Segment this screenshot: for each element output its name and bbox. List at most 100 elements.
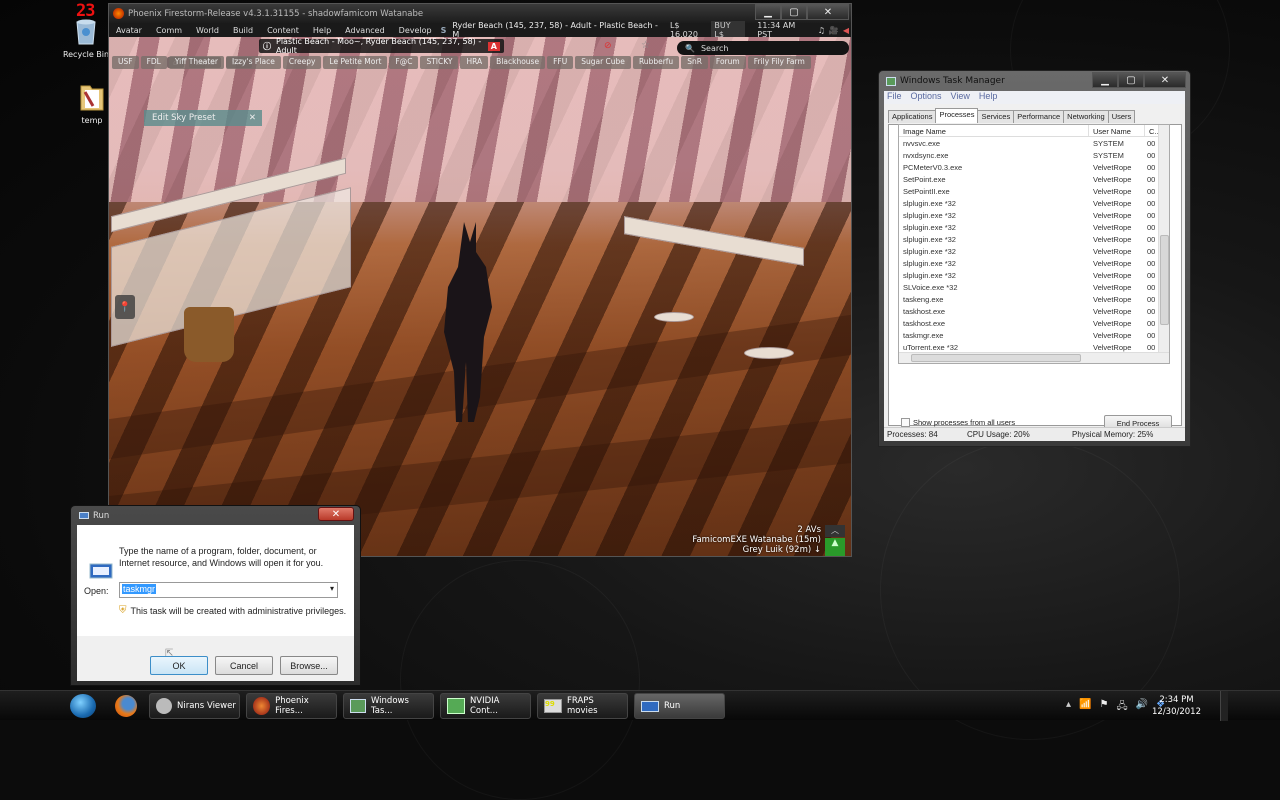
favorite-landmark[interactable]: Izzy's Place (226, 56, 281, 69)
process-row[interactable]: SetPointII.exe VelvetRope 00 (899, 185, 1169, 197)
favorite-landmark[interactable]: Blackhouse (490, 56, 546, 69)
menu-advanced[interactable]: Advanced (338, 26, 392, 35)
menu-develop[interactable]: Develop (392, 26, 439, 35)
system-clock[interactable]: 2:34 PM 12/30/2012 (1152, 694, 1201, 718)
menu-world[interactable]: World (189, 26, 226, 35)
music-icon[interactable]: ♫ (816, 26, 827, 35)
menu-avatar[interactable]: Avatar (109, 26, 149, 35)
3d-world-view[interactable]: ⌂ Land Sky 🔍 Search Edit Sky Preset ✕ 📍 … (109, 37, 851, 556)
menu-comm[interactable]: Comm (149, 26, 189, 35)
process-row[interactable]: taskeng.exe VelvetRope 00 (899, 293, 1169, 305)
menu-help[interactable]: Help (979, 91, 998, 104)
close-button[interactable]: ✕ (807, 4, 849, 20)
process-row[interactable]: SetPoint.exe VelvetRope 00 (899, 173, 1169, 185)
close-button[interactable]: ✕ (1144, 72, 1186, 88)
favorite-landmark[interactable]: Forum (709, 56, 746, 69)
favorite-landmark[interactable]: Sugar Cube (575, 56, 631, 69)
favorite-landmark[interactable]: STICKY (420, 56, 459, 69)
show-all-users-checkbox[interactable]: Show processes from all users (901, 418, 1015, 427)
process-row[interactable]: SLVoice.exe *32 VelvetRope 00 (899, 281, 1169, 293)
minimize-button[interactable]: ▁ (1092, 72, 1118, 88)
tab-networking[interactable]: Networking (1063, 110, 1109, 123)
menu-options[interactable]: Options (911, 91, 942, 104)
volume-icon[interactable]: ◀ (841, 26, 851, 35)
menu-view[interactable]: View (951, 91, 970, 104)
firefox-icon[interactable] (115, 695, 137, 717)
process-row[interactable]: slplugin.exe *32 VelvetRope 00 (899, 233, 1169, 245)
checkbox-box[interactable] (901, 418, 910, 427)
vertical-scrollbar[interactable] (1158, 125, 1169, 353)
menu-content[interactable]: Content (260, 26, 306, 35)
process-row[interactable]: PCMeterV0.3.exe VelvetRope 00 (899, 161, 1169, 173)
favorite-landmark[interactable]: Creepy (282, 56, 322, 69)
location-pin-button[interactable]: 📍 (115, 295, 135, 319)
favorite-landmark[interactable]: HRA (460, 56, 489, 69)
search-field[interactable]: 🔍 Search (677, 41, 849, 55)
favorite-landmark[interactable]: Rubberfu (632, 56, 680, 69)
taskbar-item-run[interactable]: Run (634, 693, 725, 719)
favorite-landmark[interactable]: SnR (681, 56, 708, 69)
chevron-down-icon[interactable]: ▾ (330, 584, 334, 593)
start-button[interactable] (70, 694, 96, 718)
tab-services[interactable]: Services (977, 110, 1015, 123)
taskbar-item-nvidia[interactable]: NVIDIA Cont... (440, 693, 531, 719)
tab-applications[interactable]: Applications (888, 110, 937, 123)
taskbar-item-task-manager[interactable]: Windows Tas... (343, 693, 434, 719)
taskbar-item-phoenix-firestorm[interactable]: Phoenix Fires... (246, 693, 337, 719)
process-row[interactable]: taskhost.exe VelvetRope 00 (899, 305, 1169, 317)
favorite-landmark[interactable]: USF (112, 56, 139, 69)
camera-up-icon[interactable]: ︿ (825, 525, 845, 537)
tab-processes[interactable]: Processes (935, 108, 979, 123)
open-combobox[interactable]: taskmgr ▾ (119, 582, 338, 598)
process-row[interactable]: nvvsvc.exe SYSTEM 00 (899, 137, 1169, 149)
wifi-icon[interactable]: 📶 (1079, 699, 1091, 716)
favorite-landmark[interactable]: F@C (389, 56, 419, 69)
run-title-bar[interactable]: Run (77, 506, 354, 525)
desktop-icon-recycle-bin[interactable]: Recycle Bin (56, 16, 116, 59)
tab-performance[interactable]: Performance (1013, 110, 1065, 123)
edit-sky-preset-floater[interactable]: Edit Sky Preset ✕ (144, 110, 262, 126)
favorite-landmark[interactable]: Frily Fily Farm (747, 56, 811, 69)
scrollbar-thumb[interactable] (911, 354, 1081, 362)
favorite-landmark[interactable]: FDL (140, 56, 167, 69)
browse-button[interactable]: Browse... (280, 656, 338, 675)
media-icon[interactable]: 🎥 (827, 26, 841, 35)
radar-entry[interactable]: Grey Luik (92m) ↓ (692, 545, 821, 555)
volume-icon[interactable]: 🔊 (1136, 699, 1148, 716)
ok-button[interactable]: OK (150, 656, 208, 675)
taskbar-item-fraps[interactable]: 99 FRAPS movies (537, 693, 628, 719)
show-hidden-icons-button[interactable]: ▴ (1066, 699, 1071, 716)
menu-help[interactable]: Help (306, 26, 338, 35)
radar-entry[interactable]: FamicomEXE Watanabe (15m) (692, 535, 821, 545)
process-row[interactable]: slplugin.exe *32 VelvetRope 00 (899, 221, 1169, 233)
minimize-button[interactable]: ▁ (755, 4, 781, 20)
favorite-landmark[interactable]: FFU (547, 56, 574, 69)
close-button[interactable]: ✕ (318, 507, 354, 521)
process-row[interactable]: slplugin.exe *32 VelvetRope 00 (899, 209, 1169, 221)
process-row[interactable]: slplugin.exe *32 VelvetRope 00 (899, 269, 1169, 281)
menu-file[interactable]: File (887, 91, 902, 104)
favorite-star-icon[interactable]: ☆ (641, 40, 650, 51)
info-icon[interactable]: ⓘ (263, 41, 271, 52)
floater-close-icon[interactable]: ✕ (249, 113, 256, 123)
favorite-landmark[interactable]: Le Petite Mort (323, 56, 388, 69)
location-input[interactable]: ⓘ Plastic Beach - Moo~, Ryder Beach (145… (259, 37, 504, 55)
cancel-button[interactable]: Cancel (215, 656, 273, 675)
favorite-landmark[interactable]: Yiff Theater (168, 56, 224, 69)
process-row[interactable]: taskhost.exe VelvetRope 00 (899, 317, 1169, 329)
process-row[interactable]: slplugin.exe *32 VelvetRope 00 (899, 257, 1169, 269)
menu-build[interactable]: Build (226, 26, 260, 35)
show-desktop-button[interactable] (1220, 691, 1228, 721)
scrollbar-thumb[interactable] (1160, 235, 1169, 325)
action-center-icon[interactable]: ⚑ (1099, 699, 1108, 716)
column-image-name[interactable]: Image Name (899, 125, 1089, 136)
process-row[interactable]: nvxdsync.exe SYSTEM 00 (899, 149, 1169, 161)
process-row[interactable]: taskmgr.exe VelvetRope 00 (899, 329, 1169, 341)
maximize-button[interactable]: ▢ (781, 4, 807, 20)
process-row[interactable]: slplugin.exe *32 VelvetRope 00 (899, 245, 1169, 257)
process-row[interactable]: slplugin.exe *32 VelvetRope 00 (899, 197, 1169, 209)
maximize-button[interactable]: ▢ (1118, 72, 1144, 88)
tab-users[interactable]: Users (1107, 110, 1136, 123)
horizontal-scrollbar[interactable] (899, 352, 1169, 363)
camera-green-icon[interactable]: ▲ (825, 538, 845, 556)
